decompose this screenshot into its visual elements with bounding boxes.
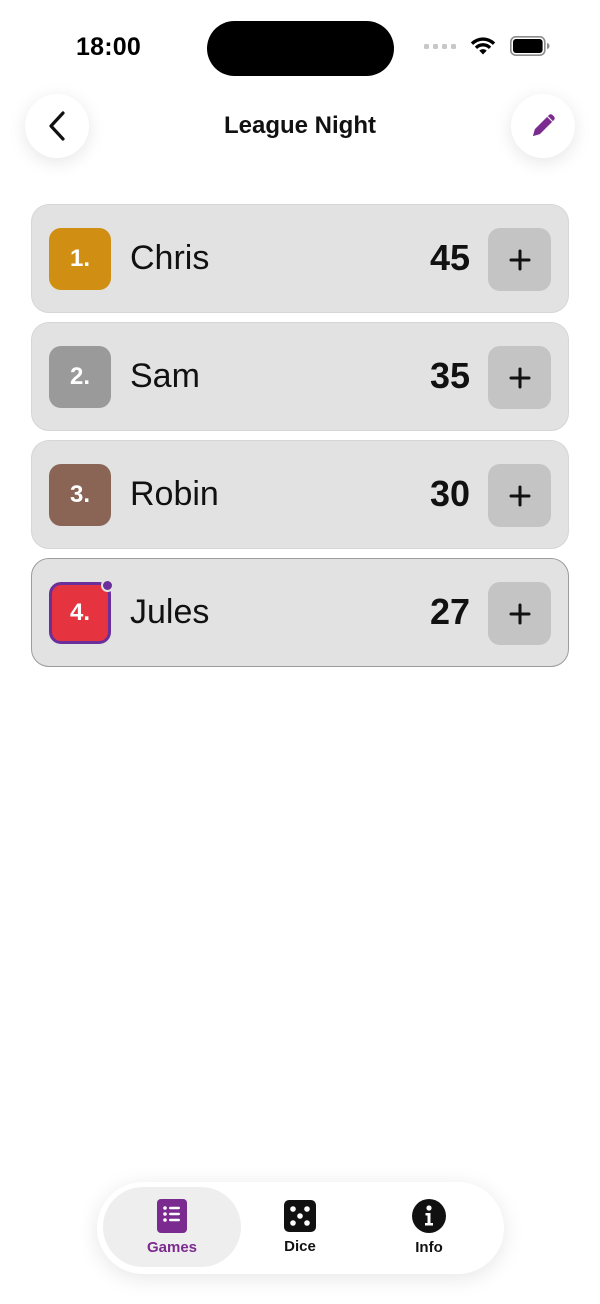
rank-label: 1. <box>69 245 90 272</box>
rank-label: 4. <box>69 599 90 626</box>
player-score: 30 <box>429 473 470 514</box>
player-row[interactable]: 3. Robin 30 <box>31 440 569 549</box>
plus-icon <box>509 367 530 388</box>
status-time: 18:00 <box>76 33 141 61</box>
player-list: 1. Chris 45 2. Sam 35 3. Robin 30 4. Jul… <box>31 204 569 676</box>
tab-label: Dice <box>284 1237 316 1255</box>
page-title: League Night <box>223 112 376 139</box>
plus-icon <box>509 485 530 506</box>
rank-label: 3. <box>69 481 90 508</box>
player-row[interactable]: 2. Sam 35 <box>31 322 569 431</box>
player-name: Robin <box>130 475 219 513</box>
list-icon <box>157 1198 187 1233</box>
plus-icon <box>509 603 530 624</box>
rank-badge: 4. <box>49 579 114 644</box>
dynamic-island <box>207 21 394 76</box>
tab-label: Info <box>415 1238 443 1256</box>
info-icon <box>412 1198 446 1233</box>
player-name: Sam <box>130 357 200 395</box>
tab-info[interactable]: Info <box>360 1187 498 1267</box>
rank-label: 2. <box>69 363 90 390</box>
player-name: Chris <box>130 239 210 277</box>
add-points-button[interactable] <box>488 582 551 645</box>
screen: 18:00 League Night 1. Chris 45 2. Sam 35… <box>0 0 600 1304</box>
pencil-icon <box>533 114 555 136</box>
add-points-button[interactable] <box>488 228 551 291</box>
rank-badge: 1. <box>49 228 111 290</box>
player-row[interactable]: 1. Chris 45 <box>31 204 569 313</box>
status-indicators <box>424 36 550 56</box>
player-row-active[interactable]: 4. Jules 27 <box>31 558 569 667</box>
cellular-signal-icon <box>424 43 456 49</box>
add-points-button[interactable] <box>488 464 551 527</box>
player-score: 35 <box>429 355 470 396</box>
player-score: 27 <box>429 591 470 632</box>
wifi-icon <box>470 37 496 55</box>
tab-bar: Games Dice Info <box>97 1182 504 1274</box>
rank-badge: 2. <box>49 346 111 408</box>
edit-button[interactable] <box>511 94 575 158</box>
player-name: Jules <box>130 593 210 631</box>
tab-games[interactable]: Games <box>103 1187 241 1267</box>
rank-badge: 3. <box>49 464 111 526</box>
player-score: 45 <box>429 237 470 278</box>
plus-icon <box>509 249 530 270</box>
add-points-button[interactable] <box>488 346 551 409</box>
tab-dice[interactable]: Dice <box>231 1187 369 1267</box>
tab-label: Games <box>146 1238 198 1256</box>
active-turn-indicator <box>101 579 114 592</box>
dice-icon <box>284 1199 316 1232</box>
battery-icon <box>510 36 550 56</box>
